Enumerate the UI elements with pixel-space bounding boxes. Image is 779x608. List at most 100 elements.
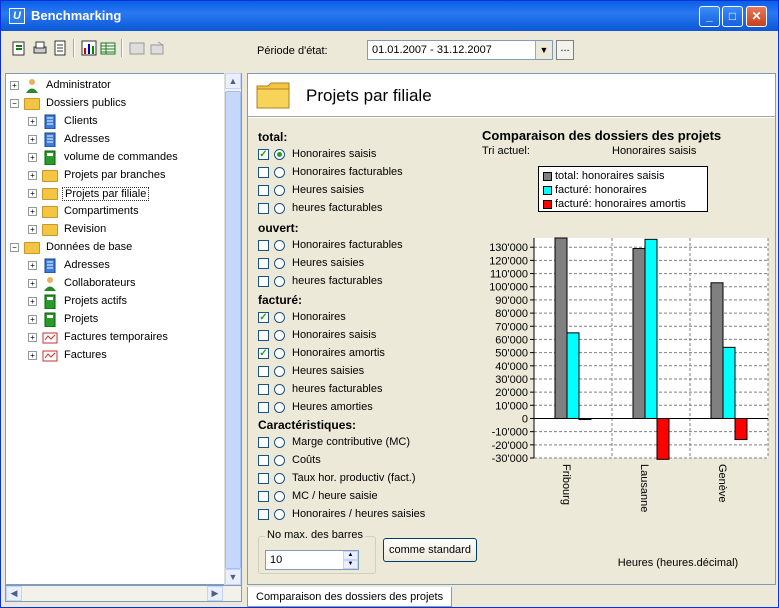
- radio-button[interactable]: [274, 203, 285, 214]
- expand-icon[interactable]: +: [28, 315, 37, 324]
- standard-button[interactable]: comme standard: [383, 538, 477, 562]
- spin-down-icon[interactable]: ▼: [343, 560, 358, 569]
- table-icon[interactable]: [100, 40, 116, 56]
- folder-icon: [42, 206, 58, 218]
- radio-button[interactable]: [274, 185, 285, 196]
- bar-chart-icon[interactable]: [81, 40, 97, 56]
- checkbox[interactable]: [258, 276, 269, 287]
- scrollbar-thumb[interactable]: [225, 91, 241, 569]
- expand-icon[interactable]: +: [28, 189, 37, 198]
- chart-legend: total: honoraires saisis facturé: honora…: [538, 166, 708, 212]
- legend-swatch: [543, 172, 552, 181]
- checkbox[interactable]: [258, 402, 269, 413]
- period-picker-button[interactable]: ...: [556, 40, 574, 60]
- scroll-right-icon[interactable]: ▶: [207, 586, 223, 601]
- toolbar: Période d'état: 01.01.2007 - 31.12.2007 …: [1, 31, 778, 65]
- collapse-icon[interactable]: −: [10, 99, 19, 108]
- maximize-button[interactable]: □: [722, 6, 743, 27]
- period-select[interactable]: 01.01.2007 - 31.12.2007 ▼: [367, 40, 553, 60]
- navigation-tree[interactable]: + Administrator − Dossiers publics + Cli…: [5, 73, 242, 585]
- tree-vertical-scrollbar[interactable]: ▲ ▼: [224, 73, 241, 585]
- close-button[interactable]: ✕: [746, 6, 767, 27]
- y-tick-label: -20'000: [492, 440, 528, 452]
- radio-button[interactable]: [274, 366, 285, 377]
- checkbox[interactable]: ✓: [258, 149, 269, 160]
- chevron-down-icon[interactable]: ▼: [535, 41, 552, 59]
- checkbox[interactable]: [258, 384, 269, 395]
- folder-icon: [42, 188, 58, 200]
- toolbar-separator: [73, 39, 75, 57]
- checkbox[interactable]: [258, 258, 269, 269]
- expand-icon[interactable]: +: [28, 153, 37, 162]
- main-panel: Projets par filiale total: ✓ Honoraires s…: [247, 73, 776, 585]
- expand-icon[interactable]: +: [28, 297, 37, 306]
- document-icon[interactable]: [52, 40, 68, 56]
- minimize-button[interactable]: _: [699, 6, 720, 27]
- disabled-table-icon[interactable]: [129, 40, 145, 56]
- green-report-icon: [44, 150, 56, 165]
- checkbox[interactable]: [258, 240, 269, 251]
- checkbox[interactable]: [258, 437, 269, 448]
- radio-button[interactable]: [274, 258, 285, 269]
- radio-button[interactable]: [274, 491, 285, 502]
- tab-comparaison[interactable]: Comparaison des dossiers des projets: [247, 587, 453, 607]
- checkbox[interactable]: [258, 185, 269, 196]
- scroll-left-icon[interactable]: ◀: [6, 586, 22, 601]
- expand-icon[interactable]: +: [28, 333, 37, 342]
- refresh-icon[interactable]: [11, 40, 27, 56]
- expand-icon[interactable]: +: [28, 279, 37, 288]
- green-report-icon: [44, 294, 56, 309]
- disabled-export-icon[interactable]: [149, 40, 165, 56]
- expand-icon[interactable]: +: [10, 81, 19, 90]
- expand-icon[interactable]: +: [28, 135, 37, 144]
- spin-up-icon[interactable]: ▲: [343, 551, 358, 560]
- radio-button[interactable]: [274, 509, 285, 520]
- radio-button[interactable]: [274, 384, 285, 395]
- checkbox[interactable]: [258, 473, 269, 484]
- max-bars-stepper[interactable]: 10 ▲ ▼: [265, 550, 359, 570]
- bar: [644, 238, 658, 419]
- expand-icon[interactable]: +: [28, 261, 37, 270]
- checkbox[interactable]: [258, 455, 269, 466]
- period-value: 01.01.2007 - 31.12.2007: [372, 44, 492, 56]
- checkbox[interactable]: [258, 330, 269, 341]
- radio-button[interactable]: [274, 312, 285, 323]
- tree-item-label: Factures: [64, 349, 107, 361]
- radio-button[interactable]: [274, 455, 285, 466]
- checkbox[interactable]: [258, 491, 269, 502]
- folder-icon: [24, 98, 40, 110]
- scroll-up-icon[interactable]: ▲: [225, 73, 241, 89]
- radio-button[interactable]: [274, 473, 285, 484]
- folder-icon: [42, 170, 58, 182]
- radio-button[interactable]: [274, 330, 285, 341]
- checkbox[interactable]: [258, 203, 269, 214]
- radio-button[interactable]: [274, 437, 285, 448]
- checkbox[interactable]: [258, 509, 269, 520]
- print-icon[interactable]: [32, 40, 48, 56]
- title-bar[interactable]: U Benchmarking _ □ ✕: [1, 1, 778, 31]
- bar: [734, 417, 748, 441]
- checkbox[interactable]: [258, 167, 269, 178]
- expand-icon[interactable]: +: [28, 117, 37, 126]
- expand-icon[interactable]: +: [28, 171, 37, 180]
- expand-icon[interactable]: +: [28, 351, 37, 360]
- collapse-icon[interactable]: −: [10, 243, 19, 252]
- checkbox[interactable]: [258, 366, 269, 377]
- period-label: Période d'état:: [257, 45, 328, 57]
- checkbox[interactable]: ✓: [258, 348, 269, 359]
- tree-item-label: Projets actifs: [64, 295, 127, 307]
- checkbox[interactable]: ✓: [258, 312, 269, 323]
- radio-button[interactable]: [274, 240, 285, 251]
- tree-horizontal-scrollbar[interactable]: ◀ ▶: [5, 585, 242, 602]
- radio-button[interactable]: [274, 348, 285, 359]
- radio-button[interactable]: [274, 276, 285, 287]
- radio-button[interactable]: [274, 167, 285, 178]
- expand-icon[interactable]: +: [28, 225, 37, 234]
- expand-icon[interactable]: +: [28, 207, 37, 216]
- radio-button[interactable]: [274, 149, 285, 160]
- radio-button[interactable]: [274, 402, 285, 413]
- y-tick-label: 30'000: [495, 374, 528, 386]
- panel-header: Projets par filiale: [248, 74, 775, 117]
- y-tick-label: 0: [522, 413, 528, 425]
- scroll-down-icon[interactable]: ▼: [225, 569, 241, 585]
